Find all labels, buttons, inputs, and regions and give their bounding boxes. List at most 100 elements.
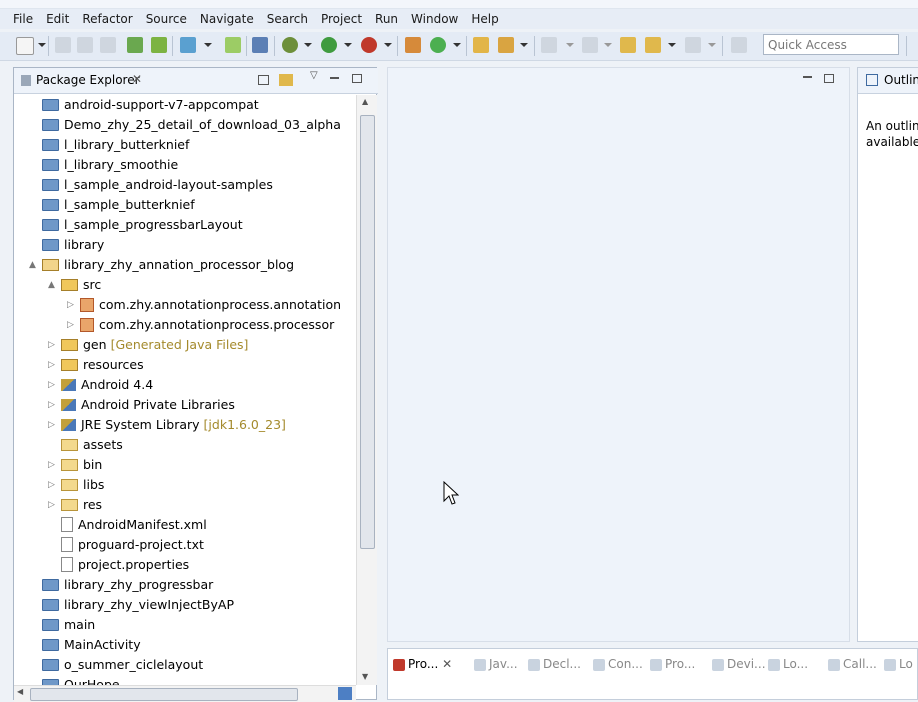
tree-item[interactable]: src	[61, 275, 101, 295]
open-type-icon[interactable]	[473, 37, 489, 53]
expand-arrow-icon[interactable]: ▷	[48, 360, 55, 370]
back-dropdown-icon[interactable]	[668, 43, 676, 47]
external-tools-dropdown-icon[interactable]	[384, 43, 392, 47]
print-icon[interactable]	[100, 37, 116, 53]
minimize-icon[interactable]	[330, 77, 339, 79]
save-all-icon[interactable]	[77, 37, 93, 53]
menu-item-refactor[interactable]: Refactor	[82, 9, 132, 29]
tree-item[interactable]: resources	[61, 355, 144, 375]
tree-item[interactable]: res	[61, 495, 102, 515]
new-class-dropdown-icon[interactable]	[453, 43, 461, 47]
tree-item[interactable]: l_sample_butterknief	[42, 195, 195, 215]
menu-item-source[interactable]: Source	[146, 9, 187, 29]
menu-item-project[interactable]: Project	[321, 9, 362, 29]
tree-item[interactable]: assets	[61, 435, 123, 455]
package-explorer-tab[interactable]: Package Explorer ✕ ▽	[14, 68, 378, 94]
outline-tab[interactable]: Outlin	[858, 68, 918, 94]
tree-item[interactable]: MainActivity	[42, 635, 141, 655]
tree-item[interactable]: bin	[61, 455, 102, 475]
expand-arrow-icon[interactable]: ▷	[48, 480, 55, 490]
tab-call-hierarchy[interactable]: Call...	[828, 657, 877, 671]
android-sdk-icon[interactable]	[151, 37, 167, 53]
debug-icon[interactable]	[282, 37, 298, 53]
tree-item[interactable]: l_library_smoothie	[42, 155, 178, 175]
previous-annotation-icon[interactable]	[582, 37, 598, 53]
editor-minimize-icon[interactable]	[803, 76, 812, 78]
run-icon[interactable]	[321, 37, 337, 53]
new-dropdown-icon[interactable]	[38, 43, 46, 47]
tree-item[interactable]: o_summer_ciclelayout	[42, 655, 203, 675]
horizontal-scrollbar[interactable]: ◀	[14, 685, 356, 702]
quick-access-input[interactable]: Quick Access	[763, 34, 899, 55]
expand-arrow-icon[interactable]: ▷	[67, 300, 74, 310]
next-annotation-icon[interactable]	[541, 37, 557, 53]
link-with-editor-icon[interactable]	[279, 74, 293, 86]
task-check-icon[interactable]	[180, 37, 196, 53]
tree-item[interactable]: OurHope	[42, 675, 120, 685]
tree-item[interactable]: Android Private Libraries	[61, 395, 235, 415]
tree-item[interactable]: JRE System Library [jdk1.6.0_23]	[61, 415, 286, 435]
expand-arrow-icon[interactable]: ▷	[48, 400, 55, 410]
tree-item[interactable]: project.properties	[61, 555, 189, 575]
tree-item[interactable]: com.zhy.annotationprocess.annotation	[80, 295, 341, 315]
menu-item-navigate[interactable]: Navigate	[200, 9, 254, 29]
tree-item[interactable]: l_sample_progressbarLayout	[42, 215, 243, 235]
tab-console[interactable]: Con...	[593, 657, 643, 671]
expand-arrow-icon[interactable]: ▷	[48, 340, 55, 350]
tree-item[interactable]: library_zhy_progressbar	[42, 575, 213, 595]
run-dropdown-icon[interactable]	[344, 43, 352, 47]
tab-declaration[interactable]: Decl...	[528, 657, 581, 671]
forward-icon[interactable]	[685, 37, 701, 53]
tree-item[interactable]: android-support-v7-appcompat	[42, 95, 259, 115]
scroll-up-icon[interactable]: ▲	[362, 97, 368, 106]
download-icon[interactable]	[127, 37, 143, 53]
tree-item[interactable]: Android 4.4	[61, 375, 153, 395]
tree-item[interactable]: library_zhy_annation_processor_blog	[42, 255, 294, 275]
tree-item[interactable]: AndroidManifest.xml	[61, 515, 207, 535]
external-tools-icon[interactable]	[361, 37, 377, 53]
scroll-down-icon[interactable]: ▼	[362, 672, 368, 681]
collapse-arrow-icon[interactable]: ▲	[48, 280, 55, 290]
previous-annotation-dropdown-icon[interactable]	[604, 43, 612, 47]
tab-problems[interactable]: Pro... ✕	[393, 657, 452, 671]
tab-logcat[interactable]: Lo...	[768, 657, 808, 671]
new-java-class-icon[interactable]	[430, 37, 446, 53]
menu-item-file[interactable]: File	[13, 9, 33, 29]
tab-logcat-2[interactable]: Lo	[884, 657, 913, 671]
search-icon[interactable]	[498, 37, 514, 53]
tab-progress[interactable]: Pro...	[650, 657, 695, 671]
maximize-icon[interactable]	[352, 74, 362, 83]
tree-item[interactable]: gen [Generated Java Files]	[61, 335, 248, 355]
project-tree[interactable]: android-support-v7-appcompat Demo_zhy_25_…	[14, 95, 356, 685]
menu-item-edit[interactable]: Edit	[46, 9, 69, 29]
tree-item[interactable]: com.zhy.annotationprocess.processor	[80, 315, 334, 335]
tree-item[interactable]: library	[42, 235, 104, 255]
tree-item[interactable]: l_library_butterknief	[42, 135, 189, 155]
tree-item[interactable]: Demo_zhy_25_detail_of_download_03_alpha	[42, 115, 341, 135]
new-class-icon[interactable]	[405, 37, 421, 53]
back-icon[interactable]	[645, 37, 661, 53]
menu-item-help[interactable]: Help	[471, 9, 498, 29]
menu-item-search[interactable]: Search	[267, 9, 308, 29]
pin-editor-icon[interactable]	[731, 37, 747, 53]
save-icon[interactable]	[55, 37, 71, 53]
menu-item-window[interactable]: Window	[411, 9, 458, 29]
collapse-arrow-icon[interactable]: ▲	[29, 260, 36, 270]
vertical-scrollbar[interactable]: ▲ ▼	[356, 95, 377, 685]
expand-arrow-icon[interactable]: ▷	[48, 460, 55, 470]
close-icon[interactable]: ✕	[438, 657, 452, 671]
expand-arrow-icon[interactable]: ▷	[48, 380, 55, 390]
menu-item-run[interactable]: Run	[375, 9, 398, 29]
expand-arrow-icon[interactable]: ▷	[48, 420, 55, 430]
scroll-right-icon[interactable]	[338, 687, 352, 700]
horizontal-scroll-thumb[interactable]	[30, 688, 298, 701]
forward-dropdown-icon[interactable]	[708, 43, 716, 47]
collapse-all-icon[interactable]	[258, 75, 269, 85]
close-icon[interactable]: ✕	[132, 72, 142, 86]
skip-breakpoints-icon[interactable]	[252, 37, 268, 53]
tab-devices[interactable]: Devi...	[712, 657, 766, 671]
expand-arrow-icon[interactable]: ▷	[67, 320, 74, 330]
tree-item[interactable]: proguard-project.txt	[61, 535, 204, 555]
new-icon[interactable]	[16, 37, 34, 55]
tree-item[interactable]: main	[42, 615, 95, 635]
